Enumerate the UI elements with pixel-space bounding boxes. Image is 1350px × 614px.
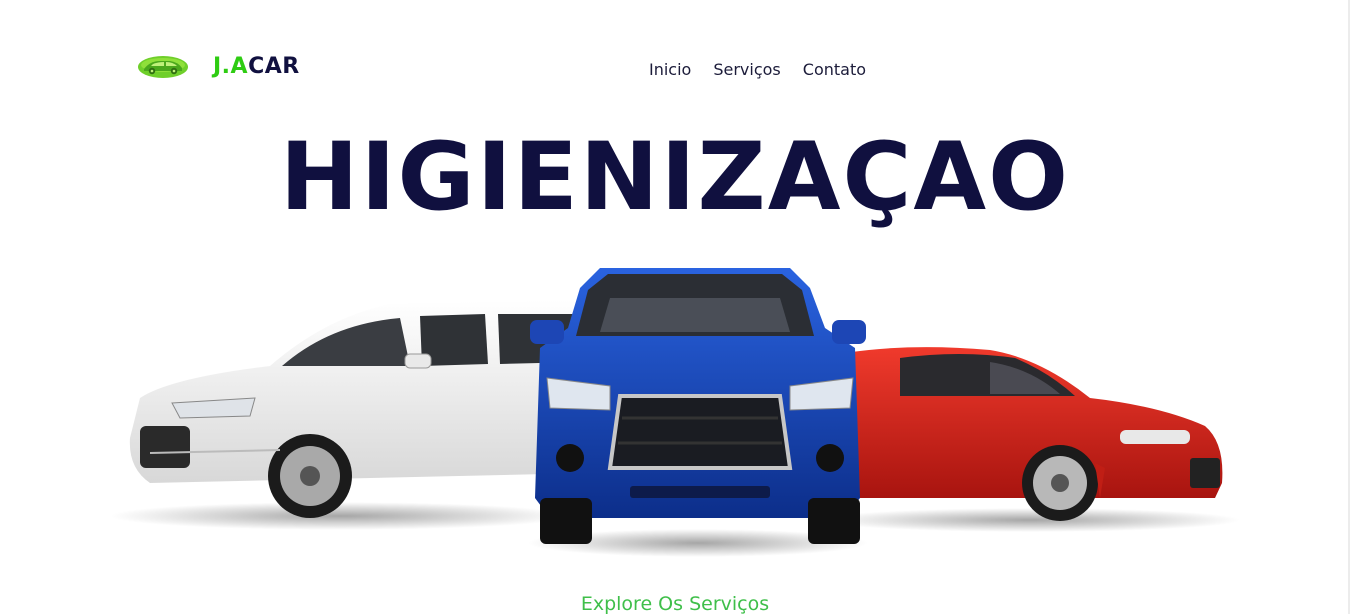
brand-name: J.ACAR — [213, 52, 300, 82]
brand-prefix: J.A — [213, 54, 249, 79]
main-nav: Inicio Serviços Contato — [649, 58, 866, 82]
nav-item-servicos[interactable]: Serviços — [713, 58, 780, 82]
white-car — [129, 300, 591, 518]
brand-suffix: CAR — [248, 54, 300, 79]
hero-title: HIGIENIZAÇAO — [279, 123, 1071, 232]
leaf-car-icon — [138, 56, 188, 78]
nav-item-inicio[interactable]: Inicio — [649, 58, 691, 82]
logo-link[interactable]: J.ACAR — [136, 52, 300, 82]
red-car — [845, 347, 1223, 521]
cars-illustration — [110, 268, 1240, 557]
nav-item-contato[interactable]: Contato — [803, 58, 866, 82]
blue-car — [530, 268, 866, 544]
white-car-shadow — [110, 502, 570, 530]
page: J.ACAR Inicio Serviços Contato HIGIENIZA… — [0, 0, 1350, 614]
explore-services-link[interactable]: Explore Os Serviços — [0, 590, 1350, 614]
red-car-shadow — [820, 508, 1240, 532]
